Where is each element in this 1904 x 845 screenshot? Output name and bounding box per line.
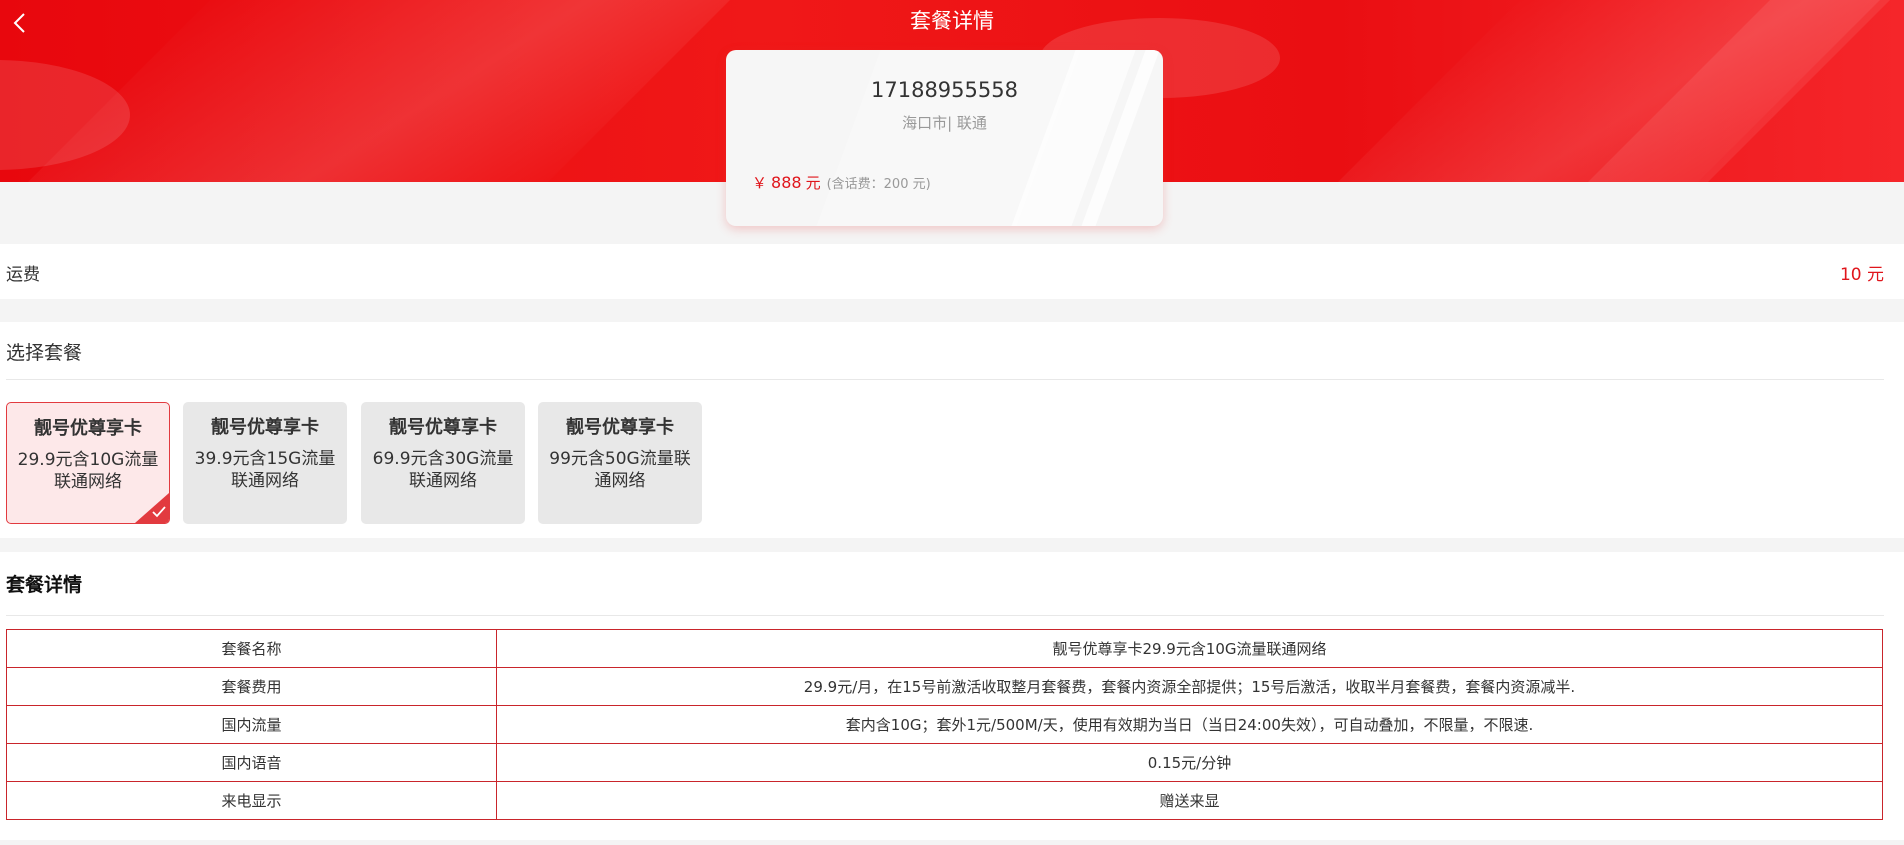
plan-description: 99元含50G流量联通网络 — [549, 449, 691, 491]
table-row: 国内语音 0.15元/分钟 — [6, 743, 1883, 782]
plan-name: 靓号优尊享卡 — [211, 417, 319, 438]
phone-number: 17188955558 — [871, 78, 1018, 102]
price-currency: ￥ — [752, 174, 768, 192]
detail-key: 国内流量 — [6, 705, 497, 744]
phone-region: 海口市| 联通 — [902, 114, 987, 132]
table-row: 套餐费用 29.9元/月，在15号前激活收取整月套餐费，套餐内资源全部提供；15… — [6, 667, 1883, 706]
table-row: 国内流量 套内含10G；套外1元/500M/天，使用有效期为当日（当日24:00… — [6, 705, 1883, 744]
plan-description: 39.9元含15G流量联通网络 — [194, 449, 336, 491]
shipping-value: 10 元 — [1839, 265, 1884, 285]
price-line: ￥ 888 元 (含话费：200 元) — [752, 172, 931, 193]
selected-check-badge — [135, 493, 169, 523]
plan-details-section: 套餐详情 套餐名称 靓号优尊享卡29.9元含10G流量联通网络 套餐费用 29.… — [0, 552, 1904, 840]
plan-description: 69.9元含30G流量联通网络 — [372, 449, 514, 491]
shipping-row: 运费 10 元 — [0, 244, 1904, 299]
price-unit: 元 — [805, 174, 821, 192]
table-row: 来电显示 赠送来显 — [6, 781, 1883, 820]
plan-description: 29.9元含10G流量联通网络 — [17, 450, 159, 492]
price-note: (含话费：200 元) — [826, 177, 931, 192]
page-title: 套餐详情 — [910, 9, 994, 33]
plan-details-heading: 套餐详情 — [6, 574, 83, 596]
plan-name: 靓号优尊享卡 — [566, 417, 674, 438]
detail-key: 套餐名称 — [6, 629, 497, 668]
plan-selector-heading: 选择套餐 — [6, 342, 83, 364]
detail-value: 赠送来显 — [496, 781, 1883, 820]
plan-name: 靓号优尊享卡 — [389, 417, 497, 438]
plan-name: 靓号优尊享卡 — [34, 418, 142, 439]
detail-value: 靓号优尊享卡29.9元含10G流量联通网络 — [496, 629, 1883, 668]
plan-details-table: 套餐名称 靓号优尊享卡29.9元含10G流量联通网络 套餐费用 29.9元/月，… — [6, 629, 1883, 820]
detail-key: 来电显示 — [6, 781, 497, 820]
price-amount: 888 — [771, 173, 802, 192]
detail-value: 29.9元/月，在15号前激活收取整月套餐费，套餐内资源全部提供；15号后激活，… — [496, 667, 1883, 706]
plan-card[interactable]: 靓号优尊享卡 39.9元含15G流量联通网络 — [183, 402, 347, 524]
plan-card[interactable]: 靓号优尊享卡 29.9元含10G流量联通网络 — [6, 402, 170, 524]
plan-card[interactable]: 靓号优尊享卡 69.9元含30G流量联通网络 — [361, 402, 525, 524]
number-card: 17188955558 海口市| 联通 ￥ 888 元 (含话费：200 元) — [726, 50, 1163, 226]
detail-value: 套内含10G；套外1元/500M/天，使用有效期为当日（当日24:00失效），可… — [496, 705, 1883, 744]
divider — [6, 379, 1884, 380]
checkmark-icon — [152, 506, 166, 518]
shipping-label: 运费 — [6, 265, 40, 285]
table-row: 套餐名称 靓号优尊享卡29.9元含10G流量联通网络 — [6, 629, 1883, 668]
detail-value: 0.15元/分钟 — [496, 743, 1883, 782]
detail-key: 套餐费用 — [6, 667, 497, 706]
plan-selector: 选择套餐 靓号优尊享卡 29.9元含10G流量联通网络 靓号优尊享卡 39.9元… — [0, 322, 1904, 538]
detail-key: 国内语音 — [6, 743, 497, 782]
plan-card[interactable]: 靓号优尊享卡 99元含50G流量联通网络 — [538, 402, 702, 524]
divider — [6, 615, 1884, 616]
